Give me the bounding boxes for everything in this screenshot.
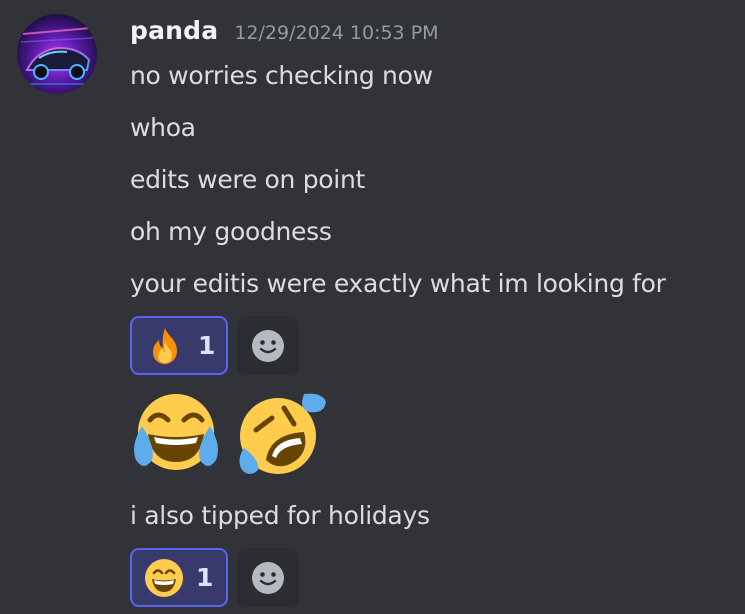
message-line: i also tipped for holidays <box>130 501 430 530</box>
timestamp: 12/29/2024 10:53 PM <box>234 22 439 44</box>
message-line: your editis were exactly what im looking… <box>130 269 666 298</box>
username[interactable]: panda <box>130 16 218 45</box>
message-line: no worries checking now <box>130 61 433 90</box>
rolling-on-the-floor-laughing-icon <box>239 393 326 474</box>
reaction-count: 1 <box>196 563 214 592</box>
message-line: whoa <box>130 113 196 142</box>
face-with-tears-of-joy-icon <box>134 394 218 470</box>
message-line: oh my goodness <box>130 217 332 246</box>
reaction-bar: 1 <box>130 316 299 375</box>
grinning-face-icon <box>145 558 183 597</box>
add-reaction-button[interactable] <box>237 316 299 375</box>
fire-icon <box>153 327 177 364</box>
reaction-count: 1 <box>198 331 216 360</box>
smiley-add-reaction-icon <box>252 561 284 594</box>
reaction-bar: 1 <box>130 548 299 607</box>
message-line: edits were on point <box>130 165 365 194</box>
add-reaction-button[interactable] <box>237 548 299 607</box>
reaction-fire[interactable]: 1 <box>130 316 228 375</box>
chat-message-group: panda 12/29/2024 10:53 PM no worries che… <box>0 0 745 614</box>
reaction-grin[interactable]: 1 <box>130 548 228 607</box>
avatar[interactable] <box>17 14 97 94</box>
smiley-add-reaction-icon <box>252 329 284 362</box>
avatar-car-image <box>20 27 94 85</box>
jumbo-emoji-line <box>128 390 328 478</box>
message-header: panda 12/29/2024 10:53 PM <box>130 16 439 52</box>
